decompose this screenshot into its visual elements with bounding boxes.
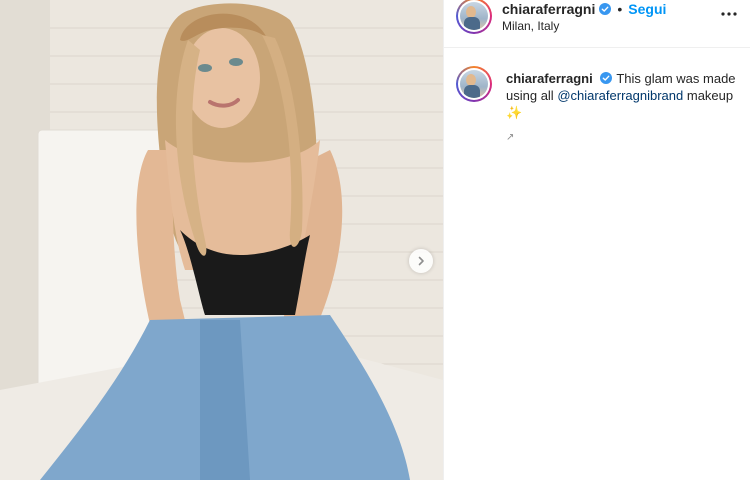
avatar-image: [460, 70, 488, 98]
caption-username[interactable]: chiaraferragni: [506, 71, 593, 86]
sparkles-emoji: ✨: [506, 105, 523, 120]
username-link[interactable]: chiaraferragni: [502, 1, 595, 17]
follow-button[interactable]: Segui: [628, 1, 666, 17]
separator-dot: •: [617, 1, 623, 17]
caption-mention-link[interactable]: @chiaraferragnibrand: [557, 88, 683, 103]
post-header: chiaraferragni • Segui Milan, Italy: [444, 0, 750, 48]
location-link[interactable]: Milan, Italy: [502, 19, 559, 33]
more-options-button[interactable]: [720, 5, 738, 23]
caption-avatar[interactable]: [456, 66, 492, 102]
post-sidebar: chiaraferragni • Segui Milan, Italy chia…: [443, 0, 750, 480]
verified-badge-icon: [600, 72, 613, 84]
post-photo[interactable]: [0, 0, 443, 480]
post-author: chiaraferragni • Segui: [502, 1, 666, 17]
more-horizontal-icon: [721, 12, 737, 16]
avatar-image: [460, 2, 488, 30]
avatar[interactable]: [456, 0, 492, 34]
chevron-right-icon: [418, 256, 424, 266]
caption-extra-mark: ↗: [506, 132, 515, 143]
verified-badge-icon: [599, 3, 612, 15]
carousel-next-button[interactable]: [409, 249, 433, 273]
caption-body-end: makeup: [683, 88, 734, 103]
post-image: [0, 0, 443, 480]
caption-text: chiaraferragni This glam was made using …: [506, 70, 746, 121]
